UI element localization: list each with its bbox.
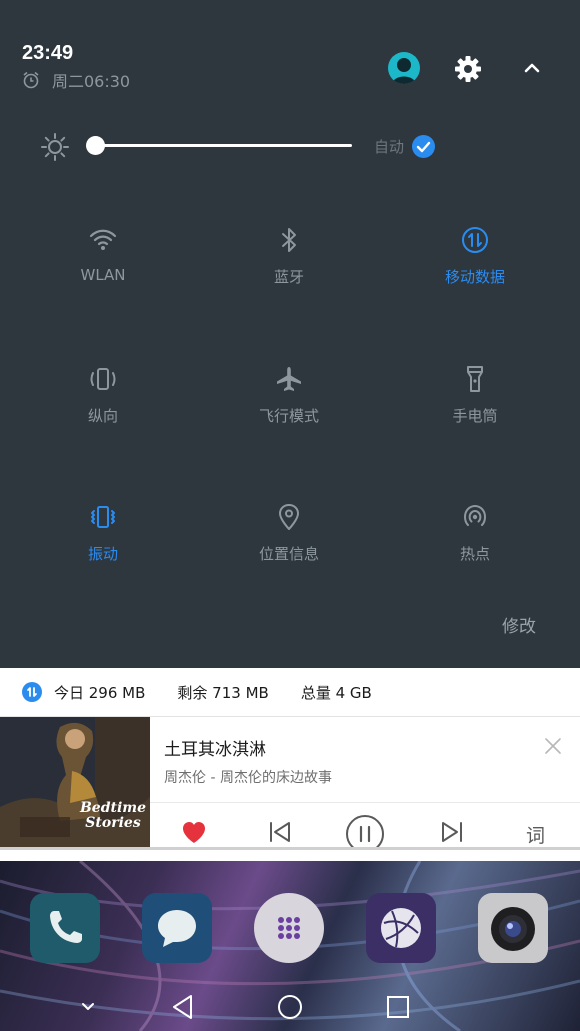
settings-gear-icon[interactable] [453,54,483,84]
tile-portrait[interactable]: 纵向 [10,363,196,463]
album-cover-title: Bedtime Stories [79,800,147,831]
portrait-icon [90,368,116,390]
previous-track-icon[interactable] [266,817,294,847]
clock-time: 23:49 [22,42,74,64]
tile-vibrate[interactable]: 振动 [10,501,196,601]
tile-label: 纵向 [87,407,118,425]
tile-label: 振动 [87,545,118,563]
chevron-down-icon[interactable] [80,1001,96,1013]
browser-app-icon[interactable] [366,893,436,963]
flashlight-icon [467,366,483,392]
bluetooth-icon [282,228,296,252]
album-cover-image: Bedtime Stories [0,717,150,847]
next-track-icon[interactable] [438,817,466,847]
tile-flashlight[interactable]: 手电筒 [382,363,568,463]
data-usage-remaining: 剩余 713 MB [177,683,269,702]
camera-app-icon[interactable] [478,893,548,963]
mobile-data-icon [462,227,488,253]
tile-bluetooth[interactable]: 蓝牙 [196,224,382,324]
music-notification[interactable]: Bedtime Stories 土耳其冰淇淋 周杰伦 - 周杰伦的床边故事 词 [0,717,580,847]
wifi-icon [89,229,117,250]
tile-label: 位置信息 [258,545,319,563]
mobile-data-usage-icon [22,682,42,702]
home-circle-icon[interactable] [276,993,304,1021]
auto-brightness-label: 自动 [374,138,405,156]
app-drawer-icon[interactable] [254,893,324,963]
tile-label: 手电筒 [452,407,498,425]
brightness-slider-thumb[interactable] [86,136,105,155]
brightness-slider-track[interactable] [96,144,352,147]
tile-hotspot[interactable]: 热点 [382,501,568,601]
tile-label: 飞行模式 [258,407,319,425]
vibrate-icon [91,506,115,528]
data-usage-today: 今日 296 MB [54,683,146,702]
tile-location[interactable]: 位置信息 [196,501,382,601]
brightness-sun-icon [41,133,69,161]
alarm-row[interactable]: 周二06:30 [22,70,131,91]
phone-app-icon[interactable] [30,893,100,963]
airplane-icon [277,367,301,391]
checkmark-icon [416,141,431,153]
hotspot-icon [464,505,486,526]
tile-label: 移动数据 [444,268,505,286]
recents-square-icon[interactable] [385,994,411,1020]
notification-bottom-edge [0,847,580,861]
location-icon [279,504,299,530]
notification-shade: 23:49 周二06:30 自动 WLAN 蓝牙 移动数据 纵向 飞行模式 手电… [0,0,580,668]
alarm-clock-icon [23,71,39,89]
data-usage-bar[interactable]: 今日 296 MB 剩余 713 MB 总量 4 GB [0,668,580,717]
tile-label: 蓝牙 [273,268,304,286]
tile-label: 热点 [459,545,490,563]
song-artist: 周杰伦 - 周杰伦的床边故事 [164,770,332,786]
back-triangle-icon[interactable] [170,993,196,1021]
tile-mobile-data[interactable]: 移动数据 [382,224,568,324]
tile-wlan[interactable]: WLAN [10,224,196,324]
user-avatar-icon[interactable] [388,52,420,84]
song-title: 土耳其冰淇淋 [164,740,266,760]
navigation-bar [0,975,580,1031]
pause-button-icon[interactable] [344,813,386,847]
data-usage-total: 总量 4 GB [300,683,372,702]
tile-airplane[interactable]: 飞行模式 [196,363,382,463]
divider [150,802,580,803]
collapse-chevron-up-icon[interactable] [520,56,544,80]
alarm-time: 周二06:30 [52,72,131,91]
heart-like-icon[interactable] [180,817,208,847]
messages-app-icon[interactable] [142,893,212,963]
tile-label: WLAN [80,266,126,284]
edit-tiles-button[interactable]: 修改 [502,612,536,637]
close-icon[interactable] [542,735,564,757]
auto-brightness-checkbox[interactable] [412,135,435,158]
